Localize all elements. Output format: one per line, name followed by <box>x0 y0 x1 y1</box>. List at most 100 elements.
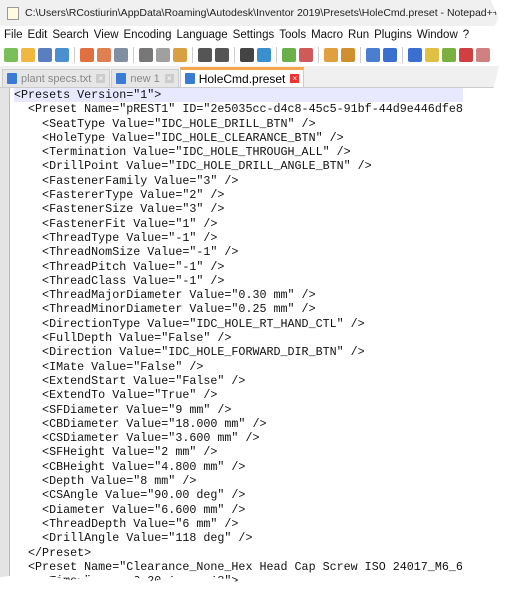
tab-plant-specs-txt[interactable]: plant specs.txt × <box>2 69 111 87</box>
file-save-icon <box>7 73 17 84</box>
code-line: <CSAngle Value="90.00 deg" /> <box>14 488 246 503</box>
record-macro-icon[interactable] <box>476 48 490 62</box>
code-line: <CBHeight Value="4.800 mm" /> <box>14 459 246 474</box>
new-icon[interactable] <box>4 48 18 62</box>
code-line: <FastenerSize Value="3" /> <box>14 202 225 217</box>
folder-workspace-icon[interactable] <box>459 48 473 62</box>
code-line: <SeatType Value="IDC_HOLE_DRILL_BTN" /> <box>14 116 316 131</box>
indent-guide-icon[interactable] <box>408 48 422 62</box>
notepad-plus-plus-window: C:\Users\RCostiurin\AppData\Roaming\Auto… <box>0 0 501 589</box>
code-line: <ThreadPitch Value="-1" /> <box>14 259 225 274</box>
toolbar-separator <box>133 47 134 63</box>
menu-macro[interactable]: Macro <box>311 29 343 41</box>
word-wrap-icon[interactable] <box>366 48 380 62</box>
toolbar <box>0 44 501 66</box>
code-area[interactable]: <Presets Version="1"> <Preset Name="pRES… <box>10 88 463 589</box>
close-all-icon[interactable] <box>97 48 111 62</box>
tab-holecmd-preset[interactable]: HoleCmd.preset × <box>179 67 305 87</box>
tab-label: HoleCmd.preset <box>198 71 286 86</box>
menu-window[interactable]: Window <box>417 29 458 41</box>
code-line: <CSDiameter Value="3.600 mm" /> <box>14 431 260 446</box>
open-icon[interactable] <box>21 48 35 62</box>
zoom-in-icon[interactable] <box>282 48 296 62</box>
notepad-app-icon <box>7 6 19 20</box>
toolbar-separator <box>402 47 403 63</box>
code-line: <Preset Name="pREST1" ID="2e5035cc-d4c8-… <box>14 102 463 117</box>
file-save-icon <box>116 73 127 84</box>
doc-map-icon[interactable] <box>425 48 439 62</box>
code-line: <ThreadMinorDiameter Value="0.25 mm" /> <box>14 302 316 317</box>
tab-label: new 1 <box>130 72 160 85</box>
cut-icon[interactable] <box>139 48 153 62</box>
menu-edit[interactable]: Edit <box>28 29 48 41</box>
code-line: <ThreadClass Value="-1" /> <box>14 273 225 288</box>
menu-help[interactable]: ? <box>463 29 469 41</box>
toolbar-separator <box>276 47 277 63</box>
code-line: <HoleType Value="IDC_HOLE_CLEARANCE_BTN"… <box>14 130 344 145</box>
code-line: <Direction Value="IDC_HOLE_FORWARD_DIR_B… <box>14 345 365 360</box>
undo-icon[interactable] <box>198 48 212 62</box>
code-line: <Diameter Value="6.600 mm" /> <box>14 502 246 517</box>
menu-tools[interactable]: Tools <box>279 29 306 41</box>
code-line: <ThreadNomSize Value="-1" /> <box>14 245 239 260</box>
close-tab-icon[interactable]: × <box>290 74 300 83</box>
code-line: <ThreadType Value="-1" /> <box>14 230 218 245</box>
paste-icon[interactable] <box>173 48 187 62</box>
code-line: <ThreadDepth Value="6 mm" /> <box>14 516 239 531</box>
file-save-icon <box>184 73 195 84</box>
code-line: <IMate Value="False" /> <box>14 359 204 374</box>
toolbar-separator <box>74 47 75 63</box>
code-line: <Preset Name="Clearance_None_Hex Head Ca… <box>14 559 463 574</box>
replace-icon[interactable] <box>257 48 271 62</box>
code-line: <ThreadMajorDiameter Value="0.30 mm" /> <box>14 288 316 303</box>
window-title: C:\Users\RCostiurin\AppData\Roaming\Auto… <box>25 7 499 19</box>
menu-settings[interactable]: Settings <box>233 29 275 41</box>
menu-bar: File Edit Search View Encoding Language Settin… <box>0 26 501 44</box>
close-tab-icon[interactable]: × <box>164 74 174 83</box>
code-line: <SFDiameter Value="9 mm" /> <box>14 402 232 417</box>
save-all-icon[interactable] <box>55 48 69 62</box>
menu-file[interactable]: File <box>4 29 23 41</box>
menu-encoding[interactable]: Encoding <box>124 29 172 41</box>
code-line: <Termination Value="IDC_HOLE_THROUGH_ALL… <box>14 145 351 160</box>
code-line: <DrillPoint Value="IDC_HOLE_DRILL_ANGLE_… <box>14 159 372 174</box>
toolbar-separator <box>192 47 193 63</box>
menu-run[interactable]: Run <box>348 29 369 41</box>
code-line: <DrillAngle Value="118 deg" /> <box>14 531 253 546</box>
code-line: <FastenerFit Value="1" /> <box>14 216 218 231</box>
tab-bar: plant specs.txt × new 1 × HoleCmd.preset × <box>0 66 501 88</box>
function-list-icon[interactable] <box>442 48 456 62</box>
code-line: <FastererType Value="2" /> <box>14 188 225 203</box>
code-line: <SFHeight Value="2 mm" /> <box>14 445 218 460</box>
show-all-chars-icon[interactable] <box>383 48 397 62</box>
menu-search[interactable]: Search <box>52 29 88 41</box>
menu-plugins[interactable]: Plugins <box>374 29 412 41</box>
zoom-out-icon[interactable] <box>299 48 313 62</box>
tab-label: plant specs.txt <box>21 72 92 85</box>
toolbar-separator <box>234 47 235 63</box>
toolbar-separator <box>360 47 361 63</box>
redo-icon[interactable] <box>215 48 229 62</box>
line-margin <box>0 88 10 584</box>
menu-view[interactable]: View <box>94 29 119 41</box>
copy-icon[interactable] <box>156 48 170 62</box>
print-icon[interactable] <box>114 48 128 62</box>
code-line: <FastenerFamily Value="3" /> <box>14 173 239 188</box>
code-line: <SeatType Value="IDC_HOLE_DRILL_BTN" /> <box>14 588 316 603</box>
code-line: <FullDepth Value="False" /> <box>14 331 232 346</box>
code-line: <ExtendStart Value="False" /> <box>14 373 246 388</box>
sync-v-icon[interactable] <box>324 48 338 62</box>
editor[interactable]: <Presets Version="1"> <Preset Name="pRES… <box>0 88 501 589</box>
save-icon[interactable] <box>38 48 52 62</box>
code-line: <Depth Value="8 mm" /> <box>14 474 197 489</box>
close-icon[interactable] <box>80 48 94 62</box>
code-line: </Preset> <box>14 545 92 560</box>
close-tab-icon[interactable]: × <box>96 74 106 83</box>
find-icon[interactable] <box>240 48 254 62</box>
title-bar: C:\Users\RCostiurin\AppData\Roaming\Auto… <box>0 0 501 26</box>
sync-h-icon[interactable] <box>341 48 355 62</box>
tab-new-1[interactable]: new 1 × <box>111 69 179 87</box>
code-line: MrmTime="2019-02-20 10:00:18"> <box>14 574 239 589</box>
code-line: <CBDiameter Value="18.000 mm" /> <box>14 416 267 431</box>
menu-language[interactable]: Language <box>176 29 227 41</box>
